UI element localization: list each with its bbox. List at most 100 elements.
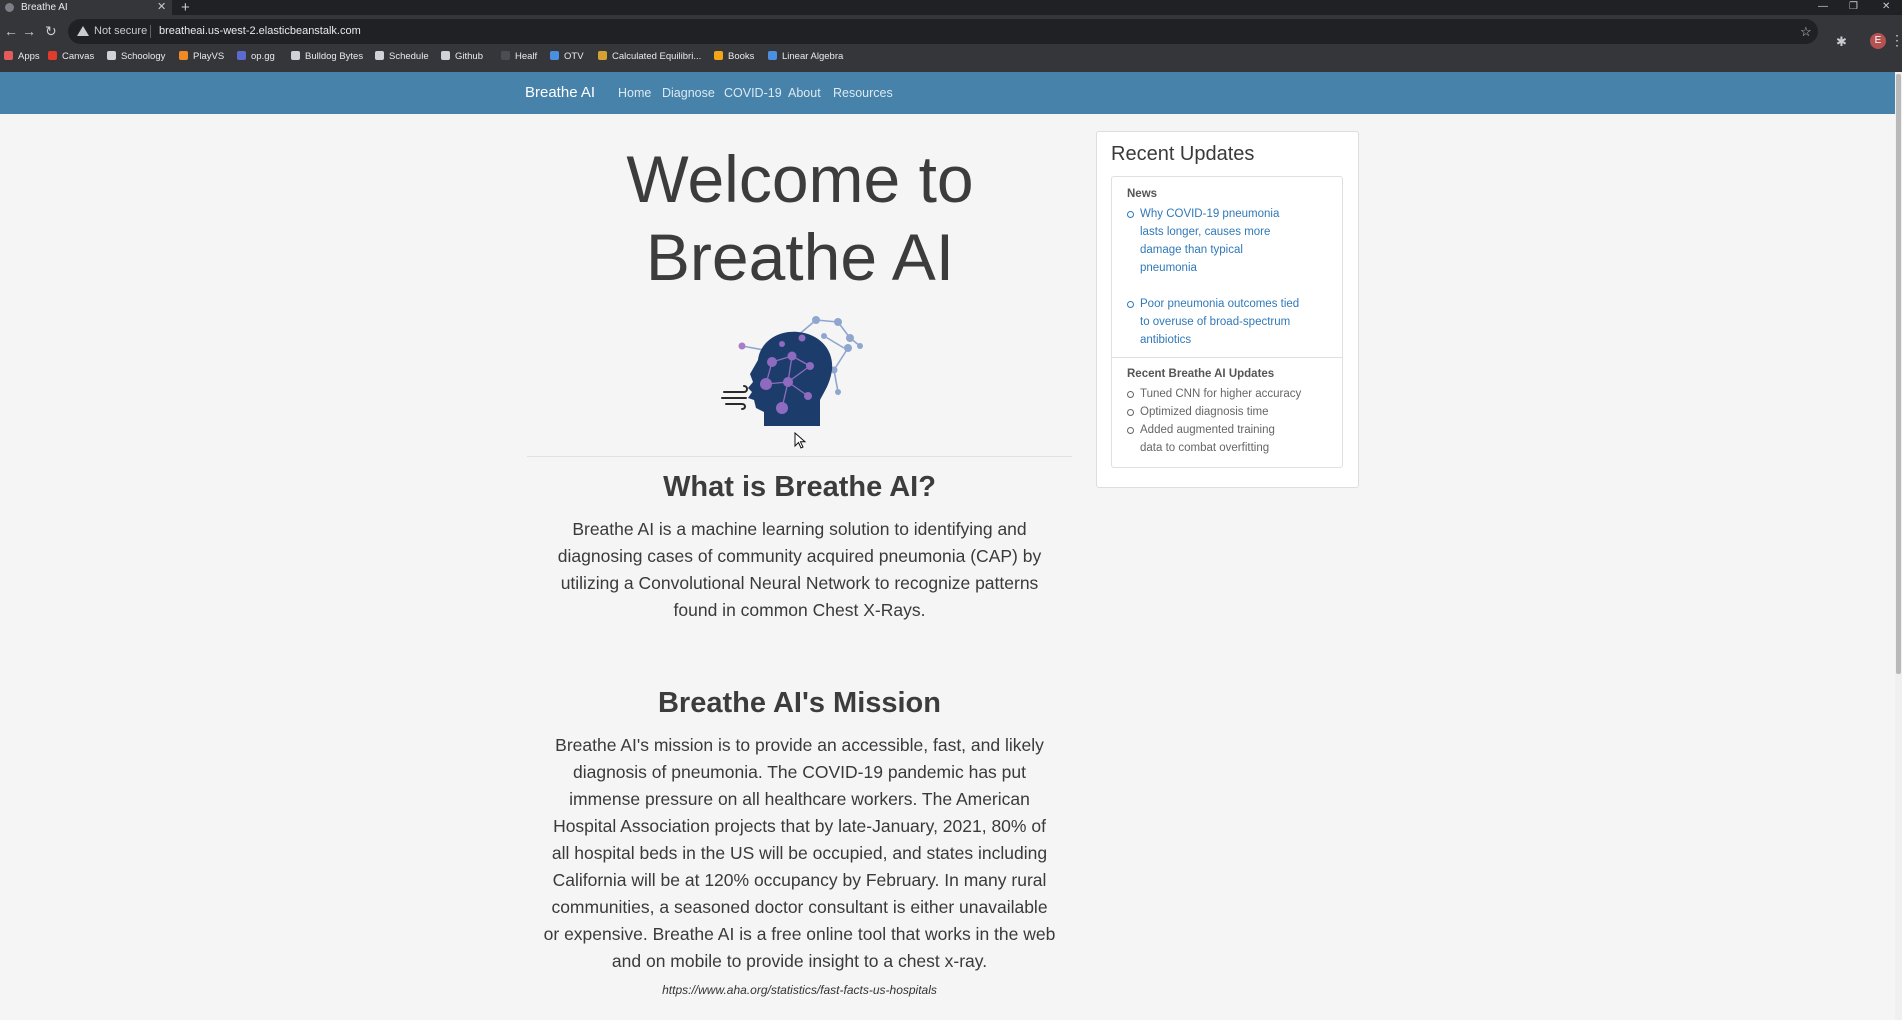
text-line: Hospital Association projects that by la… bbox=[553, 816, 1046, 836]
bookmark-label: op.gg bbox=[251, 51, 275, 62]
bookmark-linear-algebra[interactable]: Linear Algebra bbox=[768, 49, 843, 64]
list-divider bbox=[1112, 357, 1342, 358]
bookmark-label: PlayVS bbox=[193, 51, 225, 62]
item-line: Tuned CNN for higher accuracy bbox=[1140, 388, 1302, 400]
bookmark-label: Healf bbox=[515, 51, 538, 62]
playvs-icon bbox=[179, 51, 188, 60]
bulldog-bytes-icon bbox=[291, 51, 300, 60]
bookmark-opgg[interactable]: op.gg bbox=[237, 49, 275, 64]
warning-icon bbox=[77, 26, 89, 36]
address-bar[interactable]: Not secure breatheai.us-west-2.elasticbe… bbox=[68, 19, 1818, 44]
bookmark-playvs[interactable]: PlayVS bbox=[179, 49, 224, 64]
bookmark-books[interactable]: Books bbox=[714, 49, 754, 64]
url-text[interactable]: breatheai.us-west-2.elasticbeanstalk.com bbox=[159, 19, 361, 44]
schoology-icon bbox=[107, 51, 116, 60]
update-item: Optimized diagnosis time bbox=[1127, 403, 1330, 421]
bookmark-schedule[interactable]: Schedule bbox=[375, 49, 429, 64]
update-item: Tuned CNN for higher accuracy bbox=[1127, 385, 1330, 403]
news-item-link[interactable]: Why COVID-19 pneumonia lasts longer, cau… bbox=[1127, 205, 1330, 277]
bookmark-star-icon[interactable]: ☆ bbox=[1800, 19, 1812, 44]
books-icon bbox=[714, 51, 723, 60]
title-line-1: Welcome to bbox=[626, 142, 974, 216]
url-separator bbox=[150, 25, 151, 38]
extensions-puzzle-icon[interactable]: ✱ bbox=[1836, 34, 1847, 50]
github-icon bbox=[441, 51, 450, 60]
recent-updates-card: Recent Updates News Why COVID-19 pneumon… bbox=[1096, 131, 1359, 488]
text-line: immense pressure on all healthcare worke… bbox=[569, 789, 1030, 809]
text-line: and on mobile to provide insight to a ch… bbox=[611, 951, 988, 971]
otv-icon bbox=[550, 51, 559, 60]
nav-resources[interactable]: Resources bbox=[833, 72, 893, 114]
news-item-link[interactable]: Poor pneumonia outcomes tied to overuse … bbox=[1127, 295, 1330, 349]
bookmark-otv[interactable]: OTV bbox=[550, 49, 584, 64]
bookmark-github[interactable]: Github bbox=[441, 49, 483, 64]
bookmark-label: Github bbox=[455, 51, 483, 62]
close-tab-icon[interactable]: ✕ bbox=[157, 0, 166, 15]
profile-avatar[interactable]: E bbox=[1870, 33, 1886, 49]
what-is-heading: What is Breathe AI? bbox=[663, 471, 936, 503]
forward-arrow-icon[interactable]: → bbox=[22, 23, 36, 39]
security-status[interactable]: Not secure bbox=[94, 19, 147, 44]
opgg-icon bbox=[237, 51, 246, 60]
mission-paragraph: Breathe AI's mission is to provide an ac… bbox=[527, 732, 1072, 975]
mouse-cursor-icon bbox=[794, 432, 807, 449]
back-arrow-icon[interactable]: ← bbox=[4, 23, 18, 39]
tab-title: Breathe AI bbox=[21, 2, 68, 13]
minimize-icon[interactable]: — bbox=[1818, 0, 1828, 13]
recent-updates-title: Recent Updates bbox=[1111, 143, 1255, 165]
news-label: News bbox=[1127, 188, 1158, 200]
bookmark-label: Books bbox=[728, 51, 755, 62]
page-title: Welcome to Breathe AI bbox=[520, 140, 1080, 296]
browser-menu-icon[interactable]: ⋮ bbox=[1890, 32, 1902, 49]
bookmark-label: Apps bbox=[18, 51, 40, 62]
text-line: California will be at 120% occupancy by … bbox=[552, 870, 1047, 890]
restore-icon[interactable]: ❐ bbox=[1849, 0, 1858, 13]
nav-covid-19[interactable]: COVID-19 bbox=[724, 72, 782, 114]
link-line: pneumonia bbox=[1140, 262, 1197, 274]
link-line: damage than typical bbox=[1140, 244, 1243, 256]
schedule-icon bbox=[375, 51, 384, 60]
reload-icon[interactable]: ↻ bbox=[45, 23, 57, 39]
browser-tab[interactable]: Breathe AI ✕ bbox=[0, 0, 172, 15]
calculated-equilibrium-icon bbox=[598, 51, 607, 60]
canvas-icon bbox=[48, 51, 57, 60]
text-line: diagnosing cases of community acquired p… bbox=[557, 546, 1042, 566]
bookmark-calculated-equilibrium[interactable]: Calculated Equilibri... bbox=[598, 49, 701, 64]
tab-favicon-icon bbox=[5, 3, 14, 12]
brand-link[interactable]: Breathe AI bbox=[525, 72, 595, 114]
bookmark-apps[interactable]: Apps bbox=[4, 49, 40, 64]
link-line: Why COVID-19 pneumonia bbox=[1140, 208, 1280, 220]
browser-tab-strip: Breathe AI ✕ + — ❐ ✕ bbox=[0, 0, 1902, 16]
item-line: data to combat overfitting bbox=[1140, 442, 1270, 454]
link-line: Poor pneumonia outcomes tied bbox=[1140, 298, 1300, 310]
text-line: Breathe AI is a machine learning solutio… bbox=[572, 519, 1027, 539]
bookmark-canvas[interactable]: Canvas bbox=[48, 49, 94, 64]
scrollbar-thumb[interactable] bbox=[1896, 74, 1901, 674]
text-line: utilizing a Convolutional Neural Network… bbox=[560, 573, 1039, 593]
apps-grid-icon bbox=[4, 51, 13, 60]
ai-updates-label: Recent Breathe AI Updates bbox=[1127, 368, 1275, 380]
item-line: Optimized diagnosis time bbox=[1140, 406, 1269, 418]
text-line: Breathe AI's mission is to provide an ac… bbox=[555, 735, 1044, 755]
link-line: lasts longer, causes more bbox=[1140, 226, 1271, 238]
window-close-icon[interactable]: ✕ bbox=[1882, 0, 1890, 13]
nav-home[interactable]: Home bbox=[618, 72, 651, 114]
nav-about[interactable]: About bbox=[788, 72, 821, 114]
section-divider bbox=[527, 456, 1072, 457]
title-line-2: Breathe AI bbox=[645, 220, 955, 294]
nav-diagnose[interactable]: Diagnose bbox=[662, 72, 715, 114]
bookmark-bulldog-bytes[interactable]: Bulldog Bytes bbox=[291, 49, 363, 64]
text-line: found in common Chest X-Rays. bbox=[673, 600, 926, 620]
new-tab-button[interactable]: + bbox=[181, 0, 190, 16]
updates-list-group: News Why COVID-19 pneumonia lasts longer… bbox=[1111, 176, 1343, 468]
bookmark-label: Schoology bbox=[121, 51, 166, 62]
bookmark-label: Linear Algebra bbox=[782, 51, 844, 62]
news-list: Why COVID-19 pneumonia lasts longer, cau… bbox=[1127, 205, 1330, 349]
bookmark-label: OTV bbox=[564, 51, 584, 62]
text-line: all hospital beds in the US will be occu… bbox=[551, 843, 1048, 863]
bookmark-label: Bulldog Bytes bbox=[305, 51, 364, 62]
healf-icon bbox=[501, 51, 510, 60]
bookmark-healf[interactable]: Healf bbox=[501, 49, 537, 64]
bookmark-label: Calculated Equilibri... bbox=[612, 51, 702, 62]
bookmark-schoology[interactable]: Schoology bbox=[107, 49, 165, 64]
